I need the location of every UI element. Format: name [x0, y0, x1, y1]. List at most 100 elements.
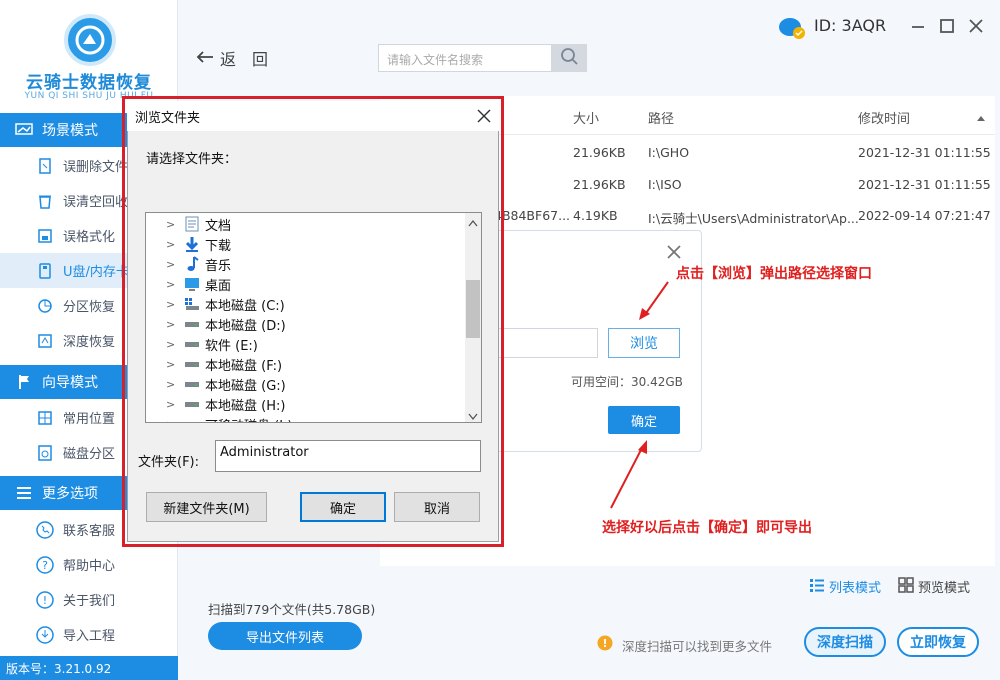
sidebar-item-label: 常用位置: [63, 412, 116, 427]
tree-item-drive-e[interactable]: > 软件 (E:): [146, 334, 462, 354]
tree-item-desktop[interactable]: > 桌面: [146, 274, 462, 294]
sidebar-item-about-us[interactable]: ! 关于我们: [0, 582, 178, 617]
section-label: 向导模式: [42, 375, 98, 391]
preview-view-icon[interactable]: [898, 577, 914, 597]
windows-icon: [36, 409, 54, 427]
menu-icon: [14, 485, 34, 501]
table-cell-modified: 2021-12-31 01:11:55: [858, 177, 991, 192]
column-header-path[interactable]: 路径: [648, 108, 674, 127]
sidebar-item-label: 导入工程: [63, 629, 116, 644]
tree-item-drive-d[interactable]: > 本地磁盘 (D:): [146, 314, 462, 334]
tree-item-drive-g[interactable]: > 本地磁盘 (G:): [146, 374, 462, 394]
folder-cancel-button[interactable]: 取消: [394, 492, 480, 522]
tree-scrollbar-thumb[interactable]: [466, 280, 480, 338]
tree-item-drive-c[interactable]: > 本地磁盘 (C:): [146, 294, 462, 314]
search-icon: [560, 47, 578, 69]
preview-view-button[interactable]: 预览模式: [918, 577, 970, 596]
scroll-up-icon[interactable]: [468, 216, 478, 231]
svg-text:?: ?: [42, 559, 48, 572]
maximize-icon[interactable]: [935, 14, 959, 38]
back-button[interactable]: 返 回: [196, 46, 268, 70]
list-view-icon[interactable]: [809, 577, 825, 597]
table-cell-path: I:\ISO: [648, 177, 682, 192]
search-button[interactable]: [551, 44, 587, 72]
app-logo-text: 云骑士数据恢复: [26, 73, 152, 93]
list-view-button[interactable]: 列表模式: [829, 577, 881, 596]
app-logo-icon: [64, 14, 116, 66]
export-file-list-button[interactable]: 导出文件列表: [208, 622, 362, 650]
tree-item-documents[interactable]: > 文档: [146, 214, 462, 234]
table-cell-path: I:\云骑士\Users\Administrator\Ap...: [648, 211, 859, 226]
info-icon: !: [36, 590, 54, 609]
dialog-close-icon[interactable]: [666, 244, 682, 264]
tree-item-drive-i[interactable]: > 可移动磁盘 (I:): [146, 414, 462, 423]
scroll-down-icon[interactable]: [468, 410, 478, 425]
free-space-label: 可用空间：30.42GB: [571, 375, 683, 389]
sort-arrow-icon[interactable]: [976, 111, 986, 126]
tree-item-label: 软件 (E:): [205, 338, 258, 354]
recover-now-button[interactable]: 立即恢复: [897, 627, 979, 657]
export-confirm-button[interactable]: 确定: [608, 406, 680, 434]
tree-item-label: 本地磁盘 (F:): [205, 358, 283, 374]
sidebar-item-label: 关于我们: [63, 594, 116, 609]
drive-icon: [184, 416, 200, 422]
minimize-icon[interactable]: [906, 14, 930, 38]
drive-icon: [184, 396, 200, 412]
download-icon: [184, 236, 200, 252]
column-header-modified[interactable]: 修改时间: [858, 108, 910, 127]
chevron-right-icon[interactable]: >: [166, 398, 184, 411]
annotation-arrow-confirm: [610, 440, 647, 509]
sidebar-item-label: 深度恢复: [63, 335, 116, 350]
folder-tree[interactable]: > 文档 > 下载 > 音乐 > 桌面 > 本地磁盘 (C:) > 本地磁盘 (…: [145, 212, 482, 423]
tree-item-label: 下载: [205, 238, 232, 254]
annotation-confirm: 选择好以后点击【确定】即可导出: [602, 520, 812, 536]
close-icon[interactable]: [964, 14, 988, 38]
browse-button[interactable]: 浏览: [608, 328, 680, 358]
folder-prompt: 请选择文件夹：: [146, 152, 238, 167]
annotation-arrow-up: [639, 281, 669, 320]
sidebar-item-import-project[interactable]: 导入工程: [0, 617, 178, 652]
search-input[interactable]: 请输入文件名搜索: [378, 44, 552, 72]
chevron-right-icon[interactable]: >: [166, 378, 184, 391]
sidebar-item-label: U盘/内存卡: [63, 265, 129, 280]
tree-item-downloads[interactable]: > 下载: [146, 234, 462, 254]
folder-dialog-close-icon[interactable]: [472, 104, 496, 128]
chevron-right-icon[interactable]: >: [166, 358, 184, 371]
chevron-right-icon[interactable]: >: [166, 338, 184, 351]
deep-scan-button[interactable]: 深度扫描: [804, 627, 886, 657]
tree-item-label: 本地磁盘 (H:): [205, 398, 286, 414]
phone-icon: [36, 520, 54, 539]
tree-item-drive-h[interactable]: > 本地磁盘 (H:): [146, 394, 462, 414]
tree-item-drive-f[interactable]: > 本地磁盘 (F:): [146, 354, 462, 374]
table-cell-modified: 2021-12-31 01:11:55: [858, 145, 991, 160]
user-id: ID: 3AQR: [814, 16, 887, 35]
chevron-right-icon[interactable]: >: [166, 258, 184, 271]
sidebar-item-label: 联系客服: [63, 524, 116, 539]
system-drive-icon: [184, 296, 200, 312]
export-path-input[interactable]: [490, 328, 598, 358]
table-cell-size: 21.96KB: [573, 145, 626, 160]
drive-icon: [184, 336, 200, 352]
new-folder-button[interactable]: 新建文件夹(M): [146, 492, 267, 522]
chevron-right-icon[interactable]: >: [166, 238, 184, 251]
folder-ok-button[interactable]: 确定: [300, 492, 386, 522]
tree-item-label: 本地磁盘 (D:): [205, 318, 286, 334]
drive-icon: [184, 356, 200, 372]
section-label: 场景模式: [42, 123, 98, 139]
help-icon: ?: [36, 555, 54, 574]
chevron-right-icon[interactable]: >: [166, 218, 184, 231]
user-avatar-icon[interactable]: [778, 14, 806, 40]
column-header-size[interactable]: 大小: [573, 108, 599, 127]
chevron-right-icon[interactable]: >: [166, 298, 184, 311]
table-cell-size: 4.19KB: [573, 208, 618, 223]
sidebar-item-help-center[interactable]: ? 帮助中心: [0, 547, 178, 582]
tree-item-music[interactable]: > 音乐: [146, 254, 462, 274]
chevron-right-icon[interactable]: >: [166, 418, 184, 423]
chevron-right-icon[interactable]: >: [166, 318, 184, 331]
arrow-left-icon: [196, 49, 214, 68]
sidebar-item-label: 磁盘分区: [63, 447, 116, 462]
scene-mode-icon: [14, 122, 34, 138]
chevron-right-icon[interactable]: >: [166, 278, 184, 291]
disk-icon: [36, 444, 54, 462]
folder-name-input[interactable]: Administrator: [215, 440, 481, 472]
